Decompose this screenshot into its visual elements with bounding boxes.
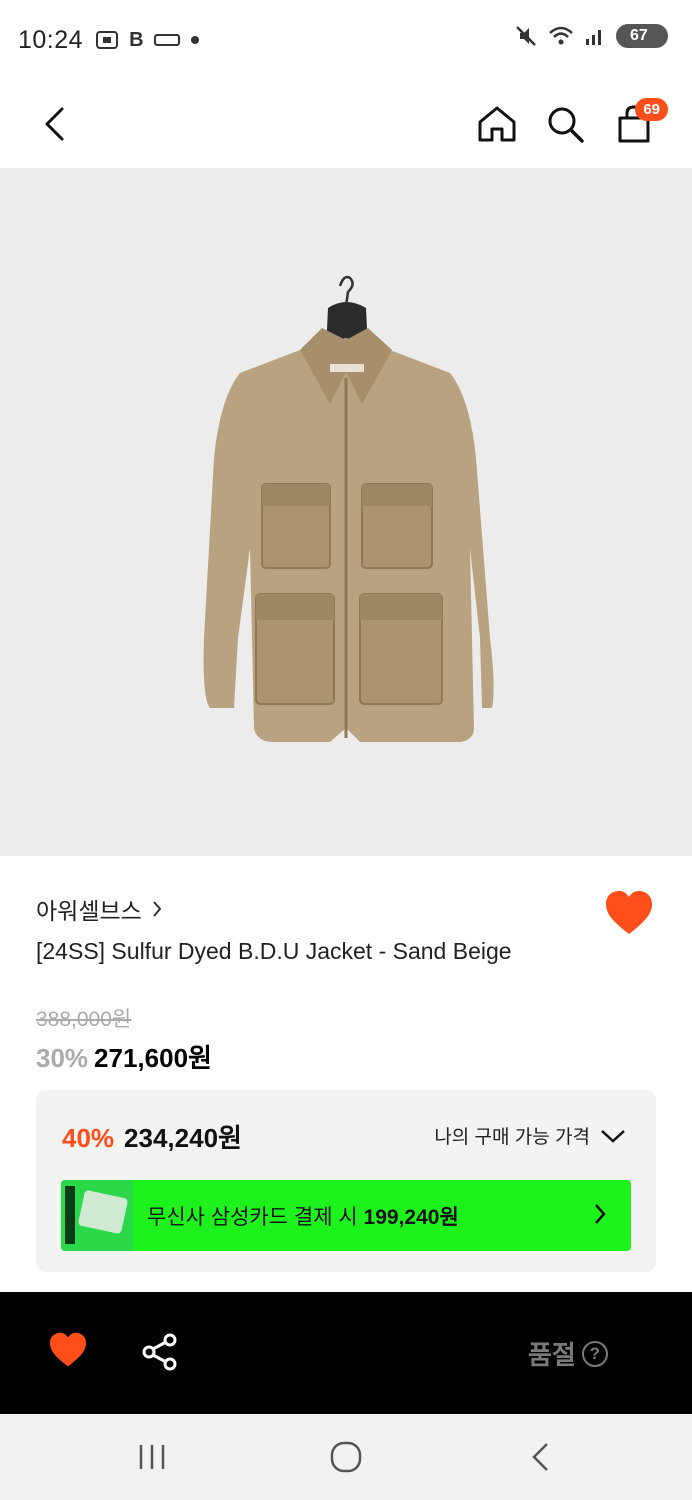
home-nav-button[interactable] (316, 1434, 376, 1480)
card-promo-label: 무신사 삼성카드 결제 시 (147, 1205, 358, 1229)
discount-rate: 30% (36, 1043, 89, 1073)
jacket-image (203, 275, 494, 742)
heart-icon (606, 891, 652, 934)
my-price-toggle[interactable]: 나의 구매 가능 가격 (434, 1122, 626, 1149)
mute-icon (516, 26, 536, 46)
bottom-action-bar: 품절 ? (0, 1292, 692, 1414)
chevron-left-icon (532, 1443, 548, 1471)
soldout-status: 품절 ? (528, 1335, 608, 1372)
product-image[interactable] (0, 168, 692, 856)
battery-indicator: 67 (616, 24, 668, 48)
heart-icon (50, 1332, 86, 1367)
share-button[interactable] (140, 1332, 180, 1377)
recent-apps-icon (139, 1445, 165, 1469)
chevron-right-icon (595, 1204, 606, 1224)
share-icon (142, 1333, 177, 1371)
member-price-row: 40% 234,240원 (62, 1118, 242, 1155)
sale-price: 271,600원 (94, 1043, 212, 1073)
like-button[interactable] (604, 890, 658, 940)
wishlist-button[interactable] (48, 1332, 88, 1373)
top-nav: 69 (0, 80, 692, 168)
home-icon (478, 106, 516, 142)
wifi-icon (549, 26, 573, 45)
cart-count-badge: 69 (635, 98, 668, 121)
recent-apps-button[interactable] (122, 1434, 182, 1480)
card-promo-text: 무신사 삼성카드 결제 시 199,240원 (147, 1201, 459, 1231)
card-thumbnail (61, 1180, 133, 1251)
status-left-icons: B (95, 29, 199, 52)
status-bar: 10:24 B 67 (0, 0, 692, 80)
my-price-label: 나의 구매 가능 가격 (434, 1127, 590, 1148)
home-circle-icon (330, 1441, 362, 1473)
chevron-down-icon (601, 1129, 625, 1143)
back-button[interactable] (24, 94, 84, 154)
member-discount-rate: 40% (62, 1123, 115, 1153)
b-app-icon: B (129, 28, 144, 51)
status-right-icons: 67 (514, 24, 668, 48)
soldout-label: 품절 (528, 1340, 576, 1370)
android-nav-bar (0, 1414, 692, 1500)
signal-icon (586, 30, 601, 45)
chevron-right-icon (153, 901, 162, 917)
brand-link[interactable]: 아워셀브스 (36, 892, 162, 926)
home-button[interactable] (467, 94, 527, 154)
dot-icon (190, 36, 199, 44)
original-price: 388,000원 (36, 1008, 132, 1031)
ezf-icon (153, 34, 180, 46)
cart-button[interactable]: 69 (604, 94, 668, 154)
brand-name: 아워셀브스 (36, 898, 142, 924)
screenshot-icon (96, 31, 119, 49)
card-promo-price: 199,240원 (363, 1205, 459, 1229)
search-button[interactable] (535, 94, 595, 154)
card-promo-banner[interactable]: 무신사 삼성카드 결제 시 199,240원 (61, 1180, 631, 1251)
product-title: [24SS] Sulfur Dyed B.D.U Jacket - Sand B… (36, 938, 512, 964)
search-icon (548, 107, 584, 143)
price-row: 30% 271,600원 (36, 1038, 212, 1075)
chevron-left-icon (45, 107, 64, 141)
help-icon[interactable]: ? (581, 1340, 608, 1367)
back-nav-button[interactable] (510, 1434, 570, 1480)
member-price: 234,240원 (124, 1123, 242, 1153)
status-time: 10:24 (18, 25, 84, 54)
member-price-box: 40% 234,240원 나의 구매 가능 가격 무신사 삼성카드 결제 시 1… (36, 1090, 656, 1272)
